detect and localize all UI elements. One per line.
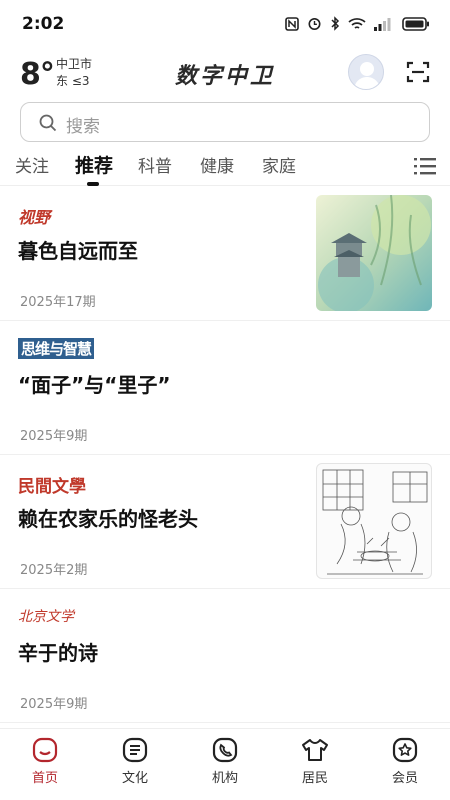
signal-icon [374,17,391,31]
nav-culture-label: 文化 [121,771,148,786]
article-card[interactable]: 北京文学 辛于的诗 2025年9期 [0,589,450,723]
article-source-logo: 民間文學 [18,477,86,497]
shirt-icon [302,739,328,761]
home-icon [32,737,58,763]
nav-institution-label: 机构 [211,771,238,786]
search-input[interactable]: 搜索 [20,102,430,142]
bluetooth-icon [331,16,340,31]
article-title: “面子”与“里子” [18,373,171,397]
alarm-icon [308,18,321,30]
nav-culture[interactable]: 文化 [90,737,180,786]
avatar[interactable] [348,54,384,90]
status-bar: 2:02 [0,0,450,48]
tab-recommend[interactable]: 推荐 [75,151,113,178]
article-thumbnail [316,195,432,311]
nav-residents-label: 居民 [301,771,328,786]
culture-icon [122,737,148,763]
wifi-icon [348,17,366,29]
tab-health[interactable]: 健康 [200,152,234,177]
article-issue: 2025年2期 [20,563,88,578]
article-card[interactable]: 思维与智慧 “面子”与“里子” 2025年9期 [0,321,450,455]
app-header: 8° 中卫市 东 ≤3 数字中卫 [0,48,450,100]
article-issue: 2025年17期 [20,295,96,310]
article-source-logo: 视野 [18,208,51,227]
article-source-logo: 北京文学 [18,609,74,625]
bottom-navigation: 首页 文化 机构 居民 会员 [0,728,450,800]
nav-home-label: 首页 [31,771,58,786]
star-icon [392,737,418,763]
article-title: 暮色自远而至 [18,239,138,263]
article-card[interactable]: 民間文學 赖在农家乐的怪老头 2025年2期 [0,455,450,589]
article-thumbnail [316,463,432,579]
nav-institution[interactable]: 机构 [180,737,270,786]
article-issue: 2025年9期 [20,429,88,444]
tab-follow[interactable]: 关注 [15,152,49,177]
nfc-icon [285,16,299,31]
status-time: 2:02 [22,14,65,34]
nav-member[interactable]: 会员 [360,737,450,786]
article-title: 辛于的诗 [18,641,98,665]
article-issue: 2025年9期 [20,697,88,712]
article-source-logo: 思维与智慧 [18,338,95,359]
search-icon [39,114,57,136]
nav-member-label: 会员 [391,771,418,786]
status-icons [285,16,430,31]
nav-home[interactable]: 首页 [0,737,90,786]
battery-icon [402,16,429,31]
tab-science[interactable]: 科普 [138,152,172,177]
menu-list-icon[interactable] [414,156,436,180]
search-placeholder: 搜索 [66,117,100,137]
tab-family[interactable]: 家庭 [262,152,296,177]
tab-active-indicator [87,182,99,186]
scan-icon[interactable] [406,60,430,88]
category-tabs: 关注 推荐 科普 健康 家庭 [0,146,450,186]
article-card[interactable]: 视野 暮色自远而至 2025年17期 [0,187,450,321]
nav-residents[interactable]: 居民 [270,737,360,786]
article-title: 赖在农家乐的怪老头 [18,507,198,531]
phone-icon [212,737,238,763]
